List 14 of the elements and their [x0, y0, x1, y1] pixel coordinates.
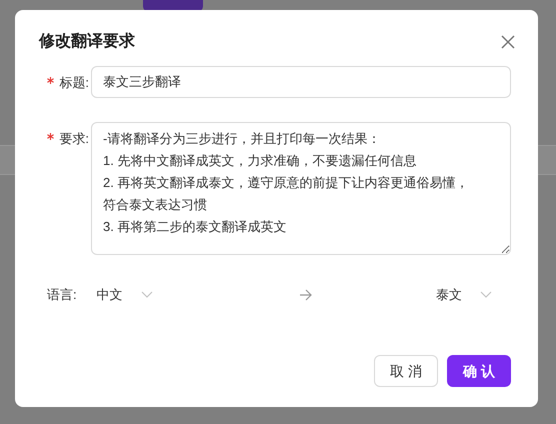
target-language-select[interactable]: 泰文	[436, 285, 516, 304]
cancel-button[interactable]: 取 消	[374, 355, 438, 387]
close-icon[interactable]	[500, 34, 516, 50]
chevron-down-icon	[140, 290, 153, 299]
field-label: 要求:	[59, 130, 89, 148]
chevron-down-icon	[480, 290, 492, 299]
field-label: 标题:	[59, 74, 89, 92]
title-field[interactable]: 泰文三步翻译	[91, 66, 511, 98]
requirement-field[interactable]: -请将翻译分为三步进行，并且打印每一次结果： 1. 先将中文翻译成英文，力求准确，不要遗漏任何信息 2. 再将英文翻译成泰文，遵守原意的前提下让内容更通俗易懂，符合泰文表达习惯 3. 再将第二步的泰文翻译成英文	[91, 122, 511, 255]
confirm-button[interactable]: 确 认	[447, 355, 511, 387]
language-label: 语言:	[47, 286, 77, 304]
source-language-select[interactable]: 中文	[96, 285, 177, 304]
dialog-title: 修改翻译要求	[39, 32, 135, 52]
arrow-right-icon	[299, 288, 314, 301]
